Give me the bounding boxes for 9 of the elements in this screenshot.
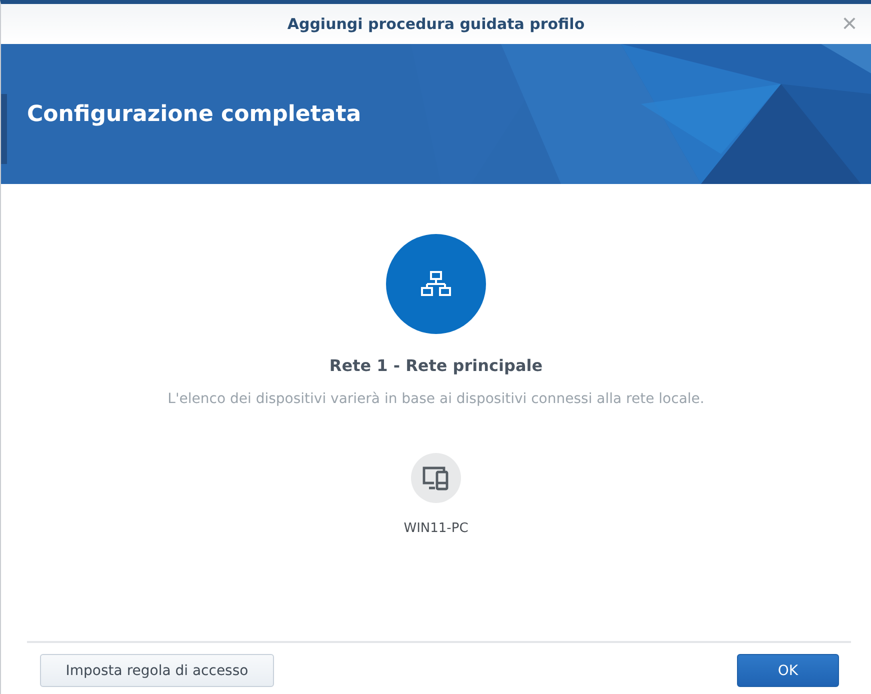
network-icon — [421, 271, 451, 297]
access-rule-button[interactable]: Imposta regola di accesso — [40, 654, 274, 687]
banner-title: Configurazione completata — [27, 102, 362, 126]
ok-button[interactable]: OK — [737, 654, 839, 687]
window-title: Aggiungi procedura guidata profilo — [287, 15, 585, 33]
network-name: Rete 1 - Rete principale — [329, 356, 543, 375]
devices-icon — [421, 465, 451, 491]
network-description: L'elenco dei dispositivi varierà in base ai dispositivi connessi alla rete locale. — [168, 391, 704, 407]
device-name: WIN11-PC — [404, 521, 468, 536]
